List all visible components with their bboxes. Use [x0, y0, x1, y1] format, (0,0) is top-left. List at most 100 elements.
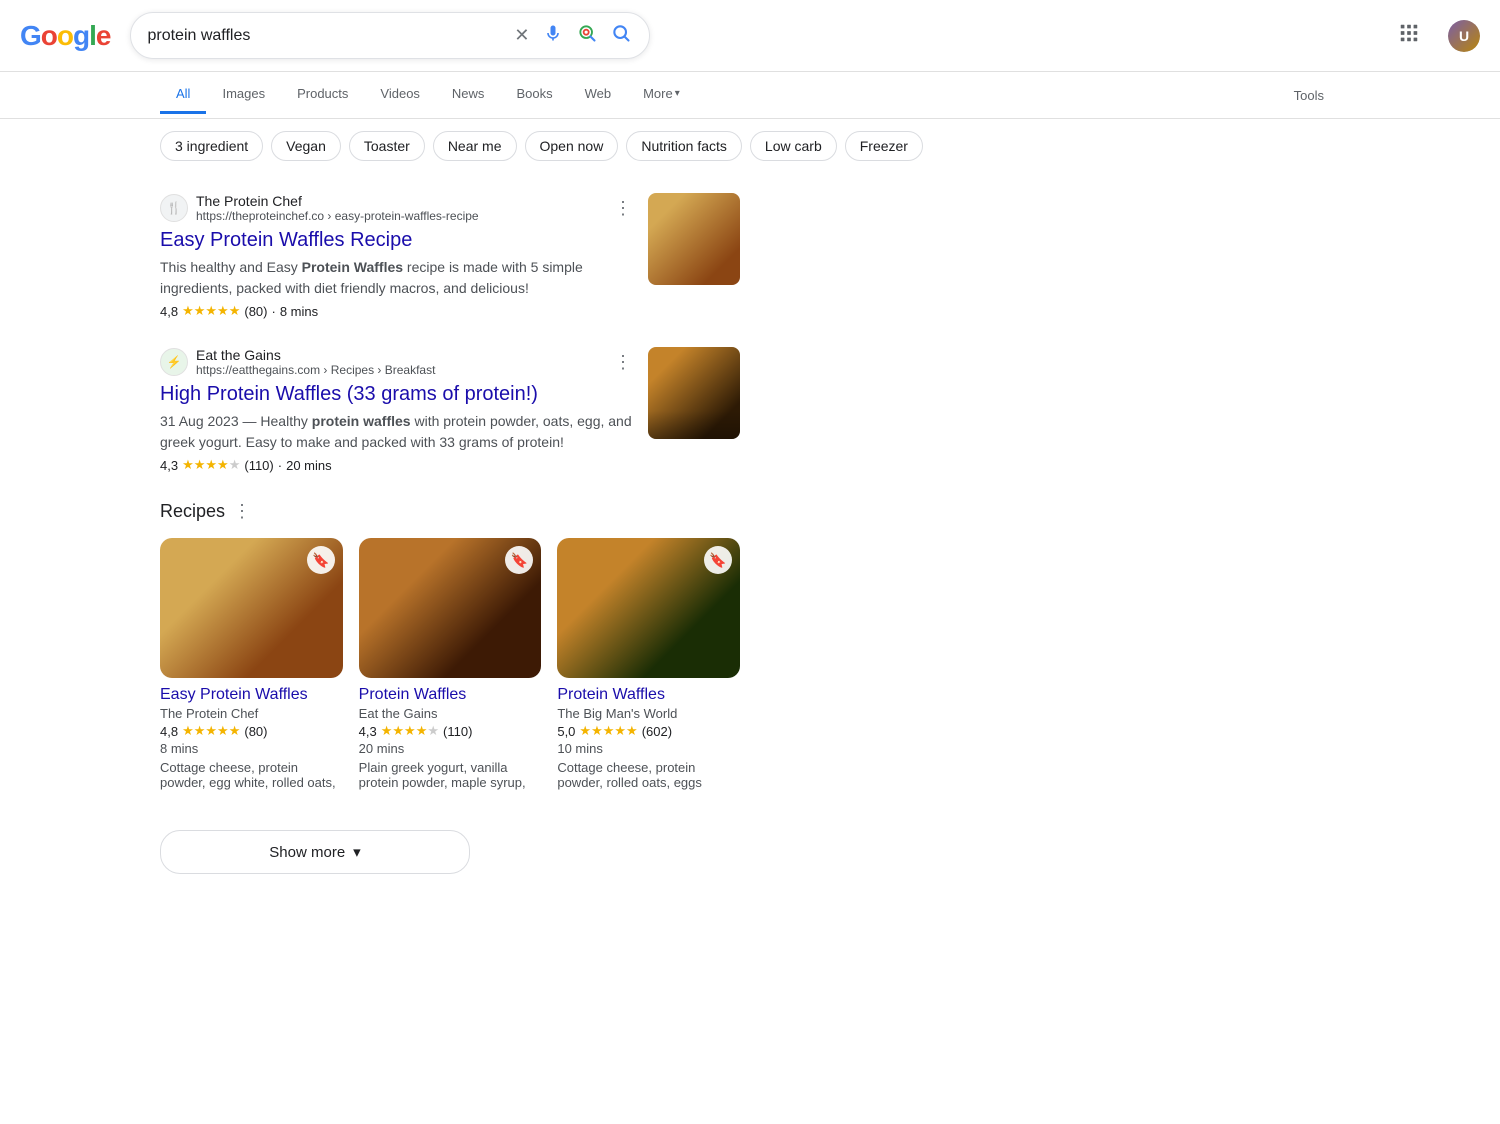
- chip-freezer[interactable]: Freezer: [845, 131, 923, 161]
- show-more-label: Show more: [269, 844, 345, 861]
- result-time: 20 mins: [286, 458, 332, 473]
- rating-value: 5,0: [557, 724, 575, 739]
- result-menu-icon[interactable]: ⋮: [614, 352, 632, 373]
- main-content: 🍴 The Protein Chef https://theproteinche…: [0, 173, 900, 810]
- tab-products[interactable]: Products: [281, 76, 364, 114]
- result-item: ⚡ Eat the Gains https://eatthegains.com …: [160, 347, 740, 473]
- clear-button[interactable]: ✕: [512, 23, 531, 48]
- source-info: The Protein Chef https://theproteinchef.…: [196, 193, 479, 223]
- bookmark-button[interactable]: 🔖: [505, 546, 533, 574]
- result-time: 8 mins: [280, 304, 318, 319]
- rating-count: (602): [642, 724, 672, 739]
- rating-stars: ★★★★★: [182, 457, 240, 473]
- recipe-source: The Big Man's World: [557, 706, 740, 721]
- result-title[interactable]: Easy Protein Waffles Recipe: [160, 227, 632, 253]
- recipe-card[interactable]: 🔖 Easy Protein Waffles The Protein Chef …: [160, 538, 343, 790]
- bookmark-button[interactable]: 🔖: [704, 546, 732, 574]
- recipe-rating: 4,3 ★★★★★ (110): [359, 723, 542, 739]
- result-desc: 31 Aug 2023 — Healthy protein waffles wi…: [160, 411, 632, 453]
- rating-value: 4,8: [160, 304, 178, 319]
- recipe-ingredients: Plain greek yogurt, vanilla protein powd…: [359, 760, 542, 790]
- result-item: 🍴 The Protein Chef https://theproteinche…: [160, 193, 740, 319]
- rating-count: (110): [244, 458, 273, 473]
- tools-button[interactable]: Tools: [1278, 78, 1340, 113]
- recipe-ingredients: Cottage cheese, protein powder, egg whit…: [160, 760, 343, 790]
- tab-all[interactable]: All: [160, 76, 206, 114]
- result-title[interactable]: High Protein Waffles (33 grams of protei…: [160, 381, 632, 407]
- result-thumbnail: [648, 193, 740, 285]
- avatar[interactable]: U: [1448, 20, 1480, 52]
- source-favicon: ⚡: [160, 348, 188, 376]
- result-content: ⚡ Eat the Gains https://eatthegains.com …: [160, 347, 632, 473]
- rating-count: (110): [443, 724, 472, 739]
- search-input[interactable]: [147, 27, 502, 45]
- recipes-header: Recipes ⋮: [160, 501, 740, 522]
- voice-search-button[interactable]: [541, 21, 565, 50]
- bookmark-button[interactable]: 🔖: [307, 546, 335, 574]
- source-name: The Protein Chef: [196, 193, 479, 209]
- lens-search-button[interactable]: [575, 21, 599, 50]
- filter-chips: 3 ingredient Vegan Toaster Near me Open …: [0, 119, 1500, 173]
- chip-nutritionfacts[interactable]: Nutrition facts: [626, 131, 742, 161]
- chip-lowcarb[interactable]: Low carb: [750, 131, 837, 161]
- rating-value: 4,8: [160, 724, 178, 739]
- chip-3ingredient[interactable]: 3 ingredient: [160, 131, 263, 161]
- result-source: ⚡ Eat the Gains https://eatthegains.com …: [160, 347, 632, 377]
- chip-toaster[interactable]: Toaster: [349, 131, 425, 161]
- recipes-section: Recipes ⋮ 🔖 Easy Protein Waffles The Pro…: [160, 501, 740, 790]
- apps-icon[interactable]: [1398, 22, 1420, 50]
- result-rating: 4,8 ★★★★★ (80) · 8 mins: [160, 303, 632, 319]
- recipes-menu-icon[interactable]: ⋮: [233, 501, 251, 522]
- rating-count: (80): [244, 304, 267, 319]
- tab-web[interactable]: Web: [569, 76, 628, 114]
- rating-value: 4,3: [359, 724, 377, 739]
- tab-images[interactable]: Images: [206, 76, 281, 114]
- recipe-image: 🔖: [160, 538, 343, 678]
- recipe-time: 10 mins: [557, 741, 740, 756]
- recipes-title: Recipes: [160, 501, 225, 522]
- chevron-down-icon: ▾: [353, 843, 361, 861]
- recipe-card[interactable]: 🔖 Protein Waffles Eat the Gains 4,3 ★★★★…: [359, 538, 542, 790]
- source-favicon: 🍴: [160, 194, 188, 222]
- search-button[interactable]: [609, 21, 633, 50]
- recipe-time: 8 mins: [160, 741, 343, 756]
- tab-news[interactable]: News: [436, 76, 501, 114]
- recipe-image: 🔖: [359, 538, 542, 678]
- rating-stars: ★★★★★: [182, 303, 240, 319]
- source-info: Eat the Gains https://eatthegains.com › …: [196, 347, 435, 377]
- rating-stars: ★★★★★: [579, 723, 637, 739]
- show-more-button[interactable]: Show more ▾: [160, 830, 470, 874]
- google-logo: Google: [20, 20, 110, 52]
- search-bar: ✕: [130, 12, 650, 59]
- chip-nearme[interactable]: Near me: [433, 131, 517, 161]
- result-thumbnail: [648, 347, 740, 439]
- recipe-title[interactable]: Easy Protein Waffles: [160, 686, 343, 704]
- header: Google ✕ U: [0, 0, 1500, 72]
- recipe-card[interactable]: 🔖 Protein Waffles The Big Man's World 5,…: [557, 538, 740, 790]
- rating-stars: ★★★★★: [182, 723, 240, 739]
- result-menu-icon[interactable]: ⋮: [614, 198, 632, 219]
- chip-opennow[interactable]: Open now: [525, 131, 619, 161]
- tab-videos[interactable]: Videos: [364, 76, 436, 114]
- recipe-image: 🔖: [557, 538, 740, 678]
- result-content: 🍴 The Protein Chef https://theproteinche…: [160, 193, 632, 319]
- recipe-source: Eat the Gains: [359, 706, 542, 721]
- recipe-source: The Protein Chef: [160, 706, 343, 721]
- nav-tabs: All Images Products Videos News Books We…: [0, 72, 1500, 119]
- rating-count: (80): [244, 724, 267, 739]
- tab-books[interactable]: Books: [500, 76, 568, 114]
- recipe-time: 20 mins: [359, 741, 542, 756]
- show-more-container: Show more ▾: [0, 810, 900, 894]
- rating-value: 4,3: [160, 458, 178, 473]
- source-name: Eat the Gains: [196, 347, 435, 363]
- chip-vegan[interactable]: Vegan: [271, 131, 341, 161]
- result-rating: 4,3 ★★★★★ (110) · 20 mins: [160, 457, 632, 473]
- source-url: https://theproteinchef.co › easy-protein…: [196, 209, 479, 223]
- recipe-rating: 5,0 ★★★★★ (602): [557, 723, 740, 739]
- tab-more[interactable]: More ▾: [627, 76, 696, 114]
- recipe-title[interactable]: Protein Waffles: [359, 686, 542, 704]
- rating-stars: ★★★★★: [381, 723, 439, 739]
- recipe-title[interactable]: Protein Waffles: [557, 686, 740, 704]
- source-url: https://eatthegains.com › Recipes › Brea…: [196, 363, 435, 377]
- recipe-ingredients: Cottage cheese, protein powder, rolled o…: [557, 760, 740, 790]
